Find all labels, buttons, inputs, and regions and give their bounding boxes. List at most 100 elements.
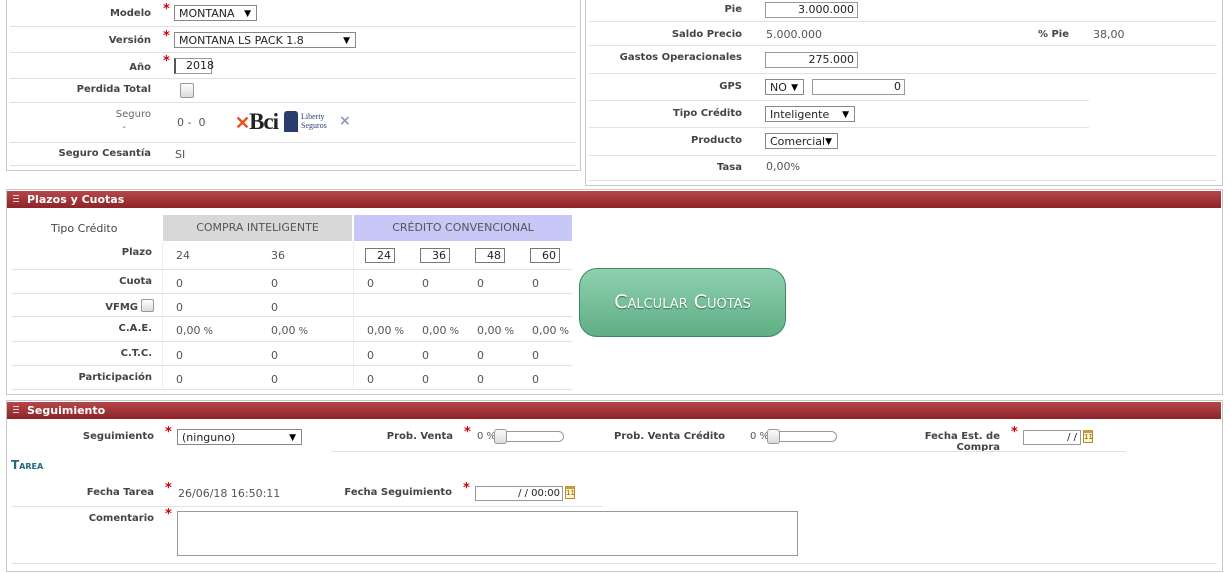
plazos-cell: 0 — [532, 373, 539, 386]
prob-venta-slider[interactable] — [494, 429, 564, 444]
divider — [12, 269, 572, 270]
saldo-precio-value: 5.000.000 — [766, 28, 822, 41]
grip-icon — [13, 195, 19, 204]
modelo-select[interactable]: MONTANA ▼ — [174, 5, 257, 21]
fecha-est-compra-label: Fecha Est. de Compra — [924, 431, 1000, 453]
plazos-cell: 0 — [422, 349, 429, 362]
comentario-label: Comentario — [88, 513, 154, 524]
tipo-credito-label: Tipo Crédito — [672, 108, 742, 119]
divider — [12, 365, 572, 366]
plazos-cell: 0 — [176, 277, 183, 290]
plazos-cell-value: 0,00 — [477, 324, 502, 337]
divider — [12, 389, 572, 390]
comentario-textarea[interactable] — [177, 511, 798, 556]
divider — [589, 180, 1217, 181]
calcular-cuotas-button[interactable]: Calcular Cuotas — [579, 268, 786, 337]
chevron-down-icon: ▼ — [791, 83, 798, 93]
plazos-cell-unit: % — [203, 326, 214, 337]
credito-convencional-header: CRÉDITO CONVENCIONAL — [354, 215, 572, 241]
chevron-down-icon: ▼ — [842, 110, 849, 120]
plazos-cell: 0 — [271, 349, 278, 362]
plazo-input[interactable]: 48 — [475, 248, 505, 263]
divider — [12, 506, 602, 507]
plazos-cell-value: 0 — [176, 301, 183, 314]
plazos-cell-value: 36 — [271, 249, 285, 262]
gps-select[interactable]: NO ▼ — [765, 79, 804, 95]
gastos-input[interactable]: 275.000 — [765, 52, 858, 68]
tasa-label: Tasa — [717, 162, 742, 173]
calendar-icon[interactable]: 11 — [1083, 430, 1093, 443]
seguimiento-header: Seguimiento — [7, 402, 1221, 419]
perdida-total-label: Perdida Total — [76, 84, 151, 95]
plazos-cell: 24 — [176, 249, 190, 262]
plazos-cell: 0 — [477, 349, 484, 362]
plazos-cell: 0 — [176, 349, 183, 362]
anio-input[interactable]: 2018 — [174, 58, 214, 74]
calendar-icon[interactable]: 11 — [565, 486, 575, 499]
gps-amount-input[interactable]: 0 — [812, 79, 905, 95]
plazo-input[interactable]: 36 — [420, 248, 450, 263]
chevron-down-icon: ▼ — [289, 433, 296, 443]
plazos-row-label: Cuota — [119, 276, 152, 287]
plazos-cell: 0,00% — [176, 324, 213, 337]
tasa-unit: % — [790, 162, 801, 173]
plazo-input[interactable]: 24 — [365, 248, 395, 263]
tipo-credito-select[interactable]: Inteligente ▼ — [765, 106, 855, 122]
plazos-cell: 0,00% — [477, 324, 514, 337]
liberty-line1: Liberty — [301, 112, 325, 121]
prob-venta-label: Prob. Venta — [386, 431, 453, 442]
plazos-cell: 0,00% — [532, 324, 569, 337]
producto-select[interactable]: Comercial ▼ — [765, 133, 838, 149]
bci-logo: ✕Bci — [235, 109, 279, 135]
anio-label: Año — [129, 62, 151, 73]
slider-thumb[interactable] — [767, 429, 780, 444]
fecha-seguimiento-input[interactable]: / / 00:00 — [475, 486, 563, 501]
version-label: Versión — [108, 35, 151, 46]
divider — [12, 316, 572, 317]
pie-input[interactable]: 3.000.000 — [765, 2, 858, 18]
plazos-cell-value: 0 — [532, 373, 539, 386]
plazos-cell: 0 — [271, 277, 278, 290]
prob-venta-credito-slider[interactable] — [767, 429, 837, 444]
divider — [12, 341, 572, 342]
fecha-est-compra-input[interactable]: / / — [1023, 430, 1081, 445]
plazos-cell: 0,00% — [271, 324, 308, 337]
plazos-cell-value: 0 — [367, 373, 374, 386]
chevron-down-icon: ▼ — [343, 36, 350, 46]
plazos-cell: 0 — [477, 277, 484, 290]
version-select[interactable]: MONTANA LS PACK 1.8 ▼ — [174, 32, 356, 48]
seguimiento-select-value: (ninguno) — [182, 431, 236, 444]
plazos-cell-value: 0,00 — [422, 324, 447, 337]
required-marker: * — [165, 425, 172, 440]
saldo-precio-label: Saldo Precio — [671, 29, 742, 40]
plazos-row-label: Plazo — [121, 247, 152, 258]
divider — [331, 451, 1126, 452]
gps-label: GPS — [719, 81, 742, 92]
seguimiento-label: Seguimiento — [82, 431, 154, 442]
divider — [10, 165, 576, 166]
pct-pie-label: % Pie — [1037, 29, 1069, 40]
required-marker: * — [165, 507, 172, 522]
modelo-label: Modelo — [109, 8, 151, 19]
remove-seguro-icon[interactable]: × — [339, 113, 351, 129]
chevron-down-icon: ▼ — [825, 137, 832, 147]
plazos-cell: 0 — [422, 277, 429, 290]
perdida-total-checkbox[interactable] — [180, 83, 194, 98]
gps-amount-value: 0 — [894, 80, 901, 93]
plazos-cell-value: 0 — [477, 277, 484, 290]
divider — [589, 45, 1217, 46]
vfmg-checkbox[interactable] — [141, 299, 154, 312]
plazos-row-label: VFMG — [105, 302, 138, 313]
plazos-row-label: C.T.C. — [120, 348, 152, 359]
divider — [10, 78, 576, 79]
slider-thumb[interactable] — [494, 429, 507, 444]
producto-select-value: Comercial — [770, 135, 826, 148]
bci-x-icon: ✕ — [235, 113, 250, 133]
liberty-statue-icon — [284, 111, 298, 132]
pie-input-value: 3.000.000 — [798, 3, 854, 16]
seguimiento-select[interactable]: (ninguno) ▼ — [177, 429, 302, 445]
divider — [10, 26, 576, 27]
divider — [589, 73, 1217, 74]
plazo-input[interactable]: 60 — [530, 248, 560, 263]
liberty-line2: Seguros — [301, 121, 327, 130]
